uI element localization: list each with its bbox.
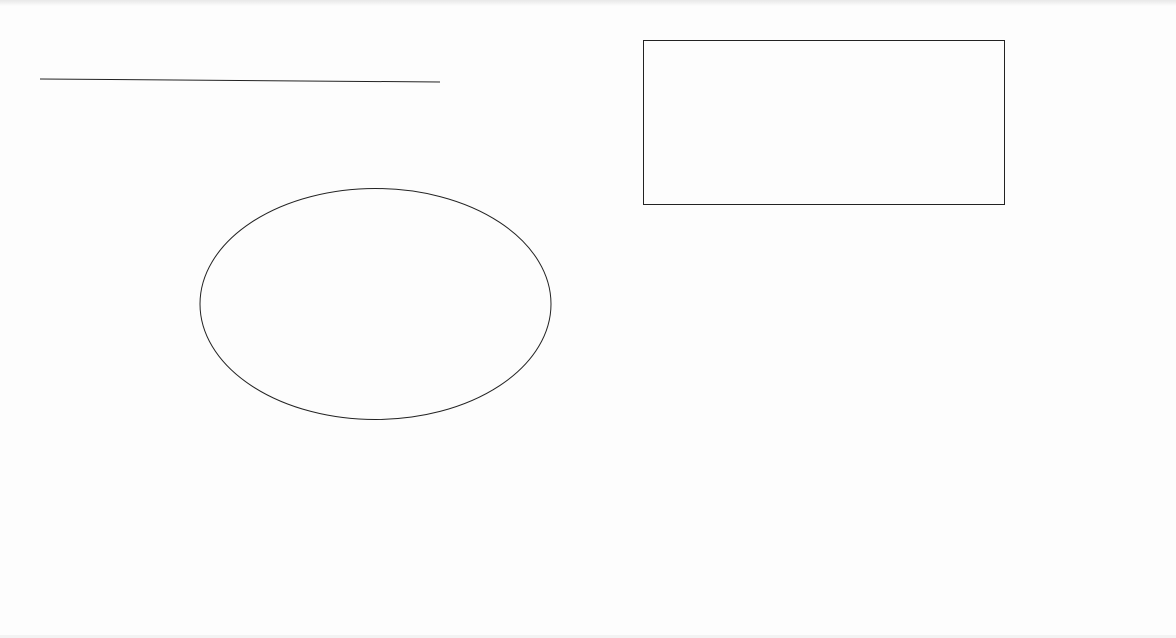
drawing-app: [0, 0, 1176, 638]
drawing-canvas[interactable]: [0, 0, 1176, 638]
line-shape[interactable]: [39, 78, 441, 83]
rectangle-shape[interactable]: [643, 40, 1005, 205]
ellipse-shape[interactable]: [199, 188, 552, 420]
